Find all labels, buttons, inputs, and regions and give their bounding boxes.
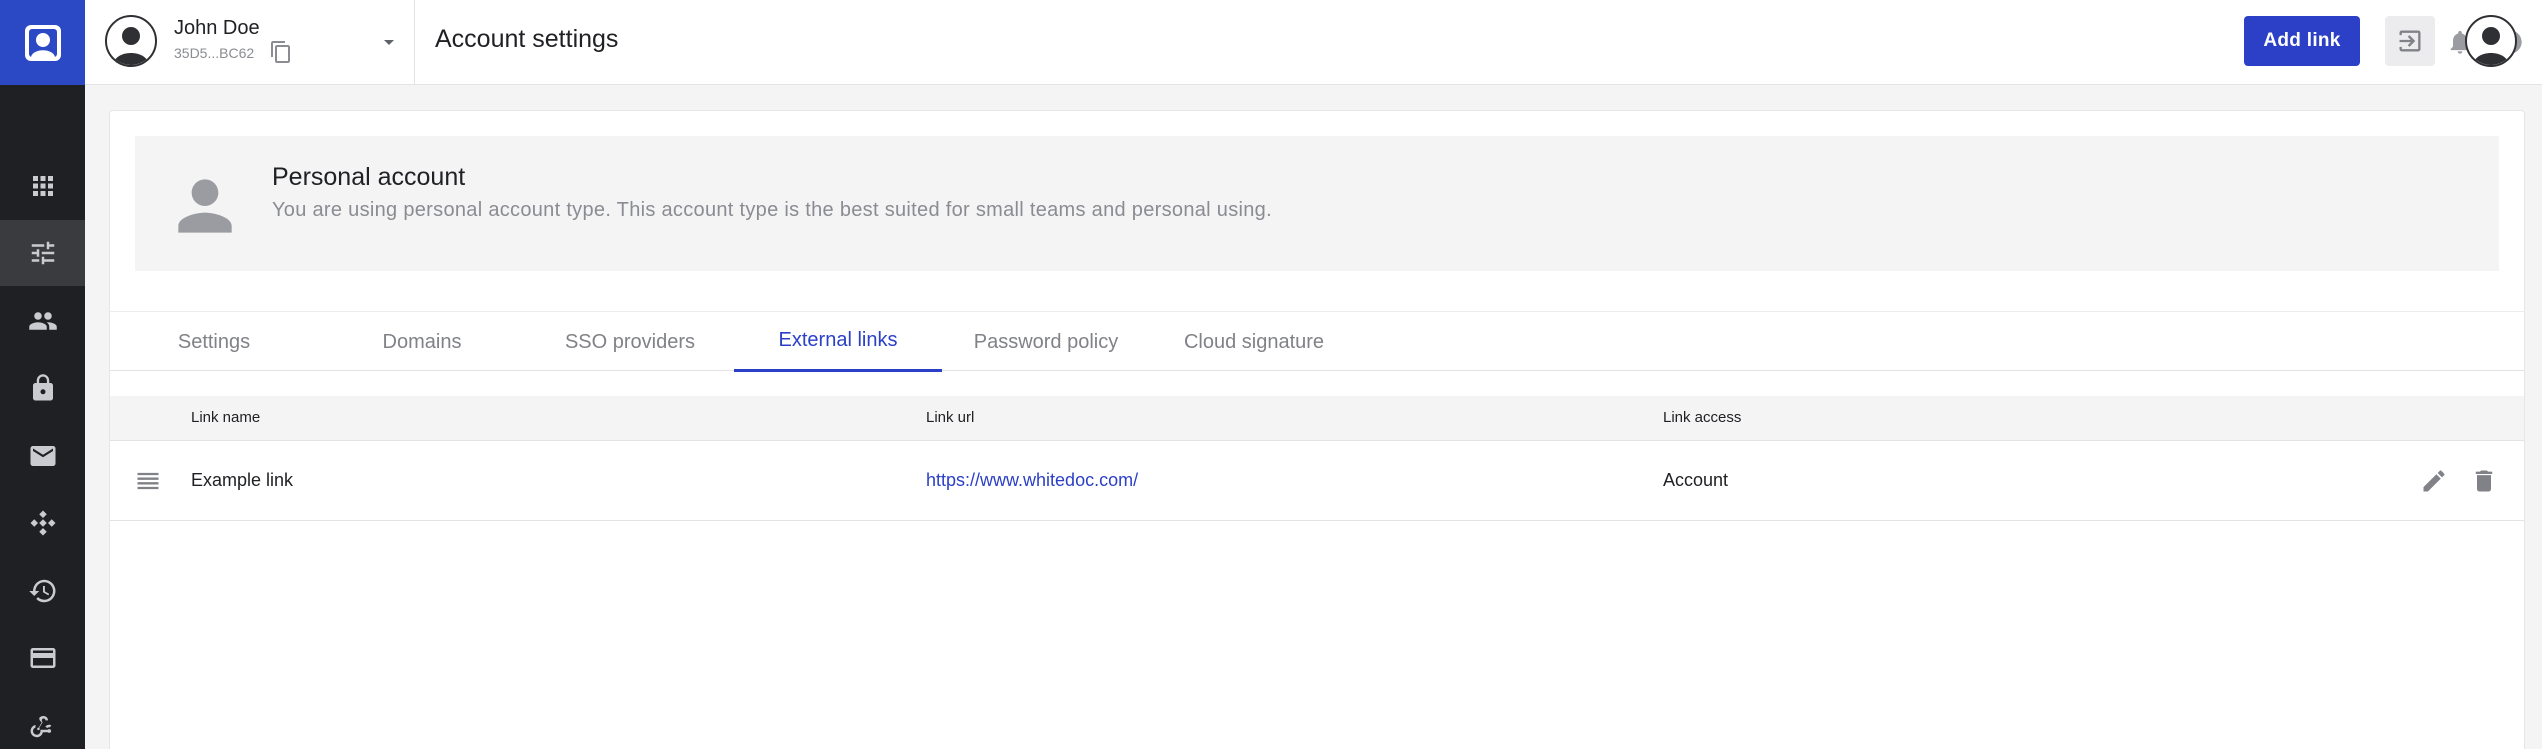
account-type-banner: Personal account You are using personal …: [135, 136, 2499, 271]
sidebar-item-users[interactable]: [0, 288, 85, 354]
credit-card-icon: [30, 648, 55, 668]
page-title: Account settings: [435, 25, 619, 53]
edit-icon[interactable]: [2420, 467, 2448, 495]
settings-tabs: Settings Domains SSO providers External …: [110, 311, 2524, 372]
history-icon: [28, 579, 55, 603]
column-header-link-access[interactable]: Link access: [1663, 409, 1741, 426]
app-logo[interactable]: [0, 0, 85, 85]
link-name-cell: Example link: [191, 470, 294, 490]
add-link-button[interactable]: Add link: [2244, 16, 2360, 66]
tab-password-policy[interactable]: Password policy: [942, 312, 1150, 372]
sidebar-item-mail[interactable]: [0, 423, 85, 489]
sidebar-item-workflows[interactable]: [0, 490, 85, 556]
chevron-down-icon[interactable]: [377, 30, 401, 54]
delete-icon[interactable]: [2470, 467, 2498, 495]
webhook-icon: [30, 716, 51, 738]
tab-settings[interactable]: Settings: [110, 312, 318, 372]
avatar-icon: [2473, 27, 2509, 65]
sidebar-item-billing[interactable]: [0, 625, 85, 691]
mail-icon: [30, 446, 55, 466]
user-avatar: [105, 15, 157, 67]
sidebar-item-history[interactable]: [0, 558, 85, 624]
apps-icon: [32, 176, 53, 196]
tab-domains[interactable]: Domains: [318, 312, 526, 372]
tune-icon: [31, 241, 54, 265]
workflow-icon: [30, 510, 55, 536]
profile-avatar-button[interactable]: [2465, 15, 2517, 67]
link-url-cell[interactable]: https://www.whitedoc.com/: [926, 470, 1138, 491]
table-row[interactable]: Example link https://www.whitedoc.com/ A…: [110, 441, 2524, 521]
user-name: John Doe: [174, 17, 260, 39]
sidebar-item-dashboard[interactable]: [0, 153, 85, 219]
tab-cloud-signature[interactable]: Cloud signature: [1150, 312, 1358, 372]
avatar-icon: [113, 27, 149, 65]
sidebar-item-settings[interactable]: [0, 220, 85, 286]
tab-sso-providers[interactable]: SSO providers: [526, 312, 734, 372]
drag-handle-icon[interactable]: [134, 467, 162, 495]
sidebar: [0, 0, 85, 749]
user-switcher[interactable]: John Doe 35D5...BC62: [85, 0, 415, 85]
column-header-link-name[interactable]: Link name: [191, 409, 260, 426]
settings-card: Personal account You are using personal …: [109, 110, 2525, 749]
column-header-link-url[interactable]: Link url: [926, 409, 974, 426]
sidebar-item-webhooks[interactable]: [0, 693, 85, 749]
user-id: 35D5...BC62: [174, 45, 255, 61]
sidebar-item-security[interactable]: [0, 355, 85, 421]
people-icon: [28, 312, 57, 330]
copy-icon[interactable]: [269, 40, 293, 64]
account-type-description: You are using personal account type. Thi…: [272, 199, 1272, 221]
link-access-cell: Account: [1663, 470, 1729, 490]
lock-icon: [32, 374, 53, 401]
person-icon: [178, 179, 232, 233]
links-table-header: Link name Link url Link access: [110, 396, 2524, 441]
sign-in-icon: [2399, 30, 2421, 52]
sign-out-button[interactable]: [2385, 16, 2435, 66]
tab-external-links[interactable]: External links: [734, 312, 942, 372]
top-header: John Doe 35D5...BC62 Account settings Ad…: [85, 0, 2542, 85]
account-type-title: Personal account: [272, 163, 466, 191]
logo-icon: [24, 24, 61, 61]
